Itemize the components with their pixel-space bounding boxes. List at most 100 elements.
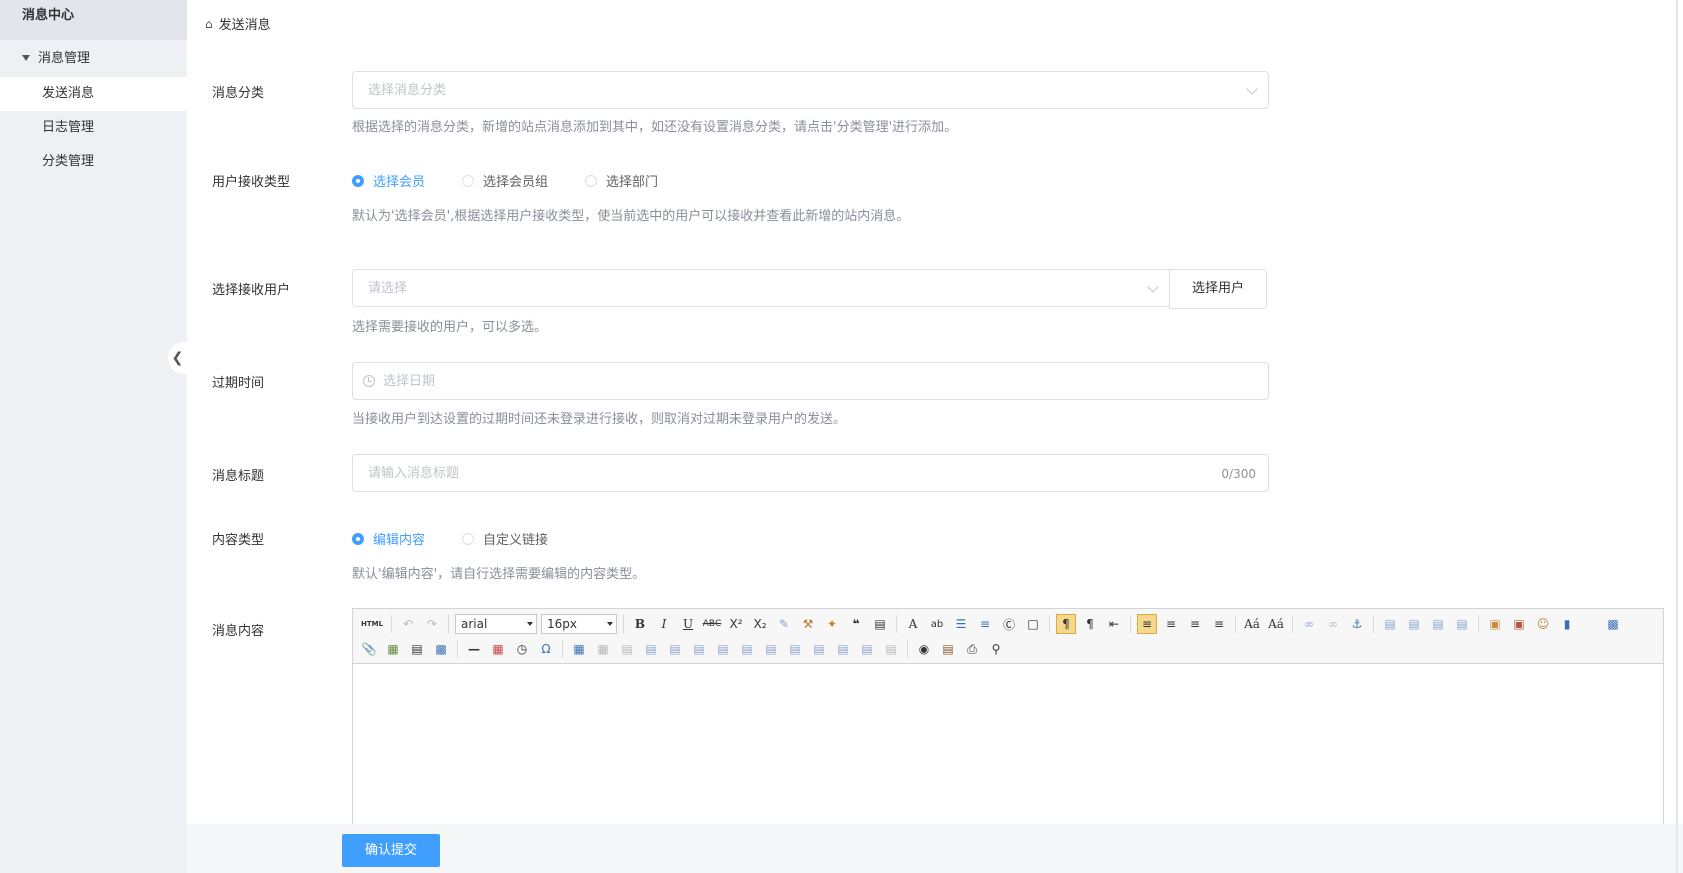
sidebar-group-message-management[interactable]: 消息管理 [0, 42, 187, 75]
receive-type-hint: 默认为'选择会员',根据选择用户接收类型，使当前选中的用户可以接收并查看此新增的… [352, 209, 910, 224]
bold-icon[interactable]: B [630, 614, 650, 634]
split-cells-icon[interactable]: ▤ [809, 639, 829, 659]
direction-rtl-icon[interactable]: ¶ [1080, 614, 1100, 634]
search-replace-icon[interactable]: ◉ [914, 639, 934, 659]
unlink-icon[interactable]: ∞ [1323, 614, 1343, 634]
template-icon[interactable]: ▩ [431, 639, 451, 659]
radio-unchecked-icon [462, 532, 474, 545]
attachment-icon[interactable]: 📎 [359, 639, 379, 659]
receivers-select[interactable]: 请选择 [352, 269, 1170, 307]
content-type-hint: 默认'编辑内容'，请自行选择需要编辑的内容类型。 [352, 567, 646, 582]
undo-icon[interactable]: ↶ [398, 614, 418, 634]
map-icon[interactable]: ▦ [383, 639, 403, 659]
radio-unchecked-icon [585, 174, 597, 187]
italic-icon[interactable]: I [654, 614, 674, 634]
image-left-icon[interactable]: ▤ [1380, 614, 1400, 634]
breadcrumb: ⌂ 发送消息 [205, 14, 271, 34]
merge-down-icon[interactable]: ▤ [785, 639, 805, 659]
align-left-icon[interactable]: ≡ [1137, 614, 1157, 634]
insert-date-icon[interactable]: ▦ [488, 639, 508, 659]
title-input[interactable]: 请输入消息标题 0/300 [352, 454, 1269, 492]
paste-plain-icon[interactable]: ▤ [870, 614, 890, 634]
split-rows-icon[interactable]: ▤ [833, 639, 853, 659]
unordered-list-icon[interactable]: ≡ [975, 614, 995, 634]
emotion-icon[interactable]: ☺ [1533, 614, 1553, 634]
merge-cells-icon[interactable]: ▤ [737, 639, 757, 659]
insert-table-icon[interactable]: ▦ [569, 639, 589, 659]
redo-icon[interactable]: ↷ [422, 614, 442, 634]
special-chars-icon[interactable]: Ω [536, 639, 556, 659]
receivers-label: 选择接收用户 [212, 283, 291, 298]
underline-icon[interactable]: U [678, 614, 698, 634]
delete-col-icon[interactable]: ▤ [713, 639, 733, 659]
collapse-sidebar-button[interactable]: ❮ [168, 342, 187, 374]
delete-row-icon[interactable]: ▤ [665, 639, 685, 659]
align-right-icon[interactable]: ≡ [1185, 614, 1205, 634]
subscript-icon[interactable]: X₂ [750, 614, 770, 634]
merge-right-icon[interactable]: ▤ [761, 639, 781, 659]
font-color-icon[interactable]: A [903, 614, 923, 634]
sidebar-item-category-management[interactable]: 分类管理 [0, 145, 187, 179]
receivers-placeholder: 请选择 [368, 281, 408, 296]
ordered-list-icon[interactable]: ☰ [951, 614, 971, 634]
radio-select-department[interactable]: 选择部门 [585, 171, 658, 190]
rich-text-editor[interactable]: HTML ↶ ↷ arial 16px B I U ABC X² X₂ ✎ ⚒ … [352, 608, 1664, 828]
insert-col-icon[interactable]: ▤ [689, 639, 709, 659]
sidebar-item-log-management[interactable]: 日志管理 [0, 111, 187, 145]
expire-date-picker[interactable]: 选择日期 [352, 362, 1269, 400]
preview-icon[interactable]: ▩ [1603, 614, 1623, 634]
lowercase-icon[interactable]: Aá [1266, 614, 1286, 634]
link-icon[interactable]: ∞ [1299, 614, 1319, 634]
insert-frame-icon[interactable]: ▤ [407, 639, 427, 659]
align-justify-icon[interactable]: ≡ [1209, 614, 1229, 634]
eraser-icon[interactable]: ✎ [774, 614, 794, 634]
image-center-icon[interactable]: ▤ [1452, 614, 1472, 634]
strikethrough-icon[interactable]: ABC [702, 614, 722, 634]
category-placeholder: 选择消息分类 [368, 83, 447, 98]
submit-button[interactable]: 确认提交 [342, 834, 440, 867]
print-icon[interactable]: ⎙ [962, 639, 982, 659]
chart-icon[interactable]: ▤ [881, 639, 901, 659]
uppercase-icon[interactable]: Aá [1242, 614, 1262, 634]
superscript-icon[interactable]: X² [726, 614, 746, 634]
auto-format-icon[interactable]: ✦ [822, 614, 842, 634]
main-content: ⌂ 发送消息 消息分类 选择消息分类 根据选择的消息分类，新增的站点消息添加到其… [187, 0, 1683, 873]
radio-edit-content[interactable]: 编辑内容 [352, 529, 425, 548]
delete-table-icon[interactable]: ▦ [593, 639, 613, 659]
paragraph-format-icon[interactable]: □ [1023, 614, 1043, 634]
radio-select-member[interactable]: 选择会员 [352, 171, 425, 190]
align-center-icon[interactable]: ≡ [1161, 614, 1181, 634]
split-cols-icon[interactable]: ▤ [857, 639, 877, 659]
font-size-select[interactable]: 16px [541, 614, 617, 634]
radio-label: 选择会员 [373, 175, 426, 190]
paste-icon[interactable]: ▤ [938, 639, 958, 659]
image-none-icon[interactable]: ▤ [1404, 614, 1424, 634]
category-select[interactable]: 选择消息分类 [352, 71, 1269, 109]
image-right-icon[interactable]: ▤ [1428, 614, 1448, 634]
radio-select-member-group[interactable]: 选择会员组 [462, 171, 548, 190]
indent-icon[interactable]: ⇤ [1104, 614, 1124, 634]
insert-image-icon[interactable]: ▣ [1509, 614, 1529, 634]
background-color-icon[interactable]: ab [927, 614, 947, 634]
insert-time-icon[interactable]: ◷ [512, 639, 532, 659]
simple-upload-icon[interactable]: ▣ [1485, 614, 1505, 634]
horizontal-rule-icon[interactable]: — [464, 639, 484, 659]
direction-ltr-icon[interactable]: ¶ [1056, 614, 1076, 634]
zoom-icon[interactable]: ⚲ [986, 639, 1006, 659]
line-height-icon[interactable]: Ⓒ [999, 614, 1019, 634]
sidebar-item-send-message[interactable]: 发送消息 [0, 77, 187, 111]
html-source-button[interactable]: HTML [359, 614, 385, 634]
insert-row-icon[interactable]: ▤ [641, 639, 661, 659]
category-hint: 根据选择的消息分类，新增的站点消息添加到其中，如还没有设置消息分类，请点击'分类… [352, 120, 958, 135]
insert-paragraph-before-table-icon[interactable]: ▤ [617, 639, 637, 659]
sidebar: 消息中心 消息管理 发送消息 日志管理 分类管理 ❮ [0, 0, 187, 873]
radio-checked-icon [352, 174, 364, 187]
insert-video-icon[interactable]: ▮ [1557, 614, 1577, 634]
font-family-select[interactable]: arial [455, 614, 537, 634]
select-user-button[interactable]: 选择用户 [1169, 269, 1267, 309]
radio-custom-link[interactable]: 自定义链接 [462, 529, 548, 548]
blockquote-icon[interactable]: ❝ [846, 614, 866, 634]
page-scrollbar[interactable] [1676, 0, 1678, 873]
format-brush-icon[interactable]: ⚒ [798, 614, 818, 634]
anchor-icon[interactable]: ⚓ [1347, 614, 1367, 634]
